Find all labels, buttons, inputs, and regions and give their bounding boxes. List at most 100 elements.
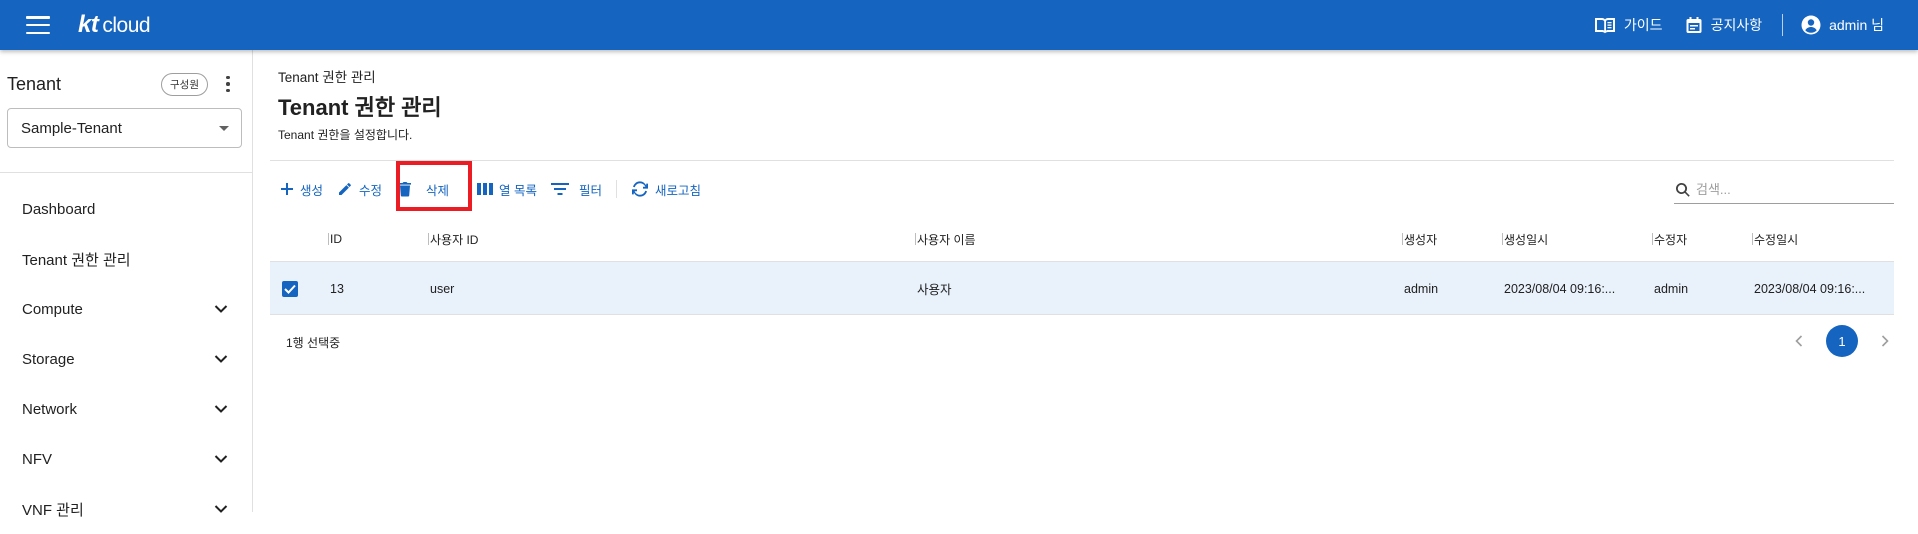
column-header-id[interactable]: ID [328,216,342,262]
book-icon [1594,18,1615,34]
role-chip: 구성원 [161,72,208,96]
cell-modified-at: 2023/08/04 09:16:... [1754,281,1866,296]
sidebar-item-storage[interactable]: Storage [0,334,252,384]
checkbox-checked-icon [282,280,298,297]
column-separator [1752,233,1753,245]
prev-page-icon[interactable] [1790,332,1808,350]
refresh-icon [632,181,649,197]
create-label: 생성 [300,183,324,198]
chevron-down-icon [214,405,228,413]
logo-kt-text: kt [78,11,99,38]
next-page-icon[interactable] [1876,332,1894,350]
header-divider [1782,14,1784,36]
columns-label: 열 목록 [499,183,538,198]
column-separator [1502,233,1503,245]
sidebar-item-label: NFV [22,450,52,468]
filter-list-icon [551,183,570,195]
column-separator [915,233,916,245]
tenant-select[interactable]: Sample-Tenant [7,108,242,148]
user-label: admin 님 [1829,17,1884,33]
search-field[interactable] [1674,176,1894,204]
sidebar-item-tenant-permission[interactable]: Tenant 권한 관리 [0,234,252,284]
selection-count: 1행 선택중 [286,336,341,350]
column-header-label: 수정일시 [1754,232,1799,247]
chevron-down-icon [214,455,228,463]
header-actions: 가이드 공지사항 admin 님 [1572,0,1884,50]
sidebar: Tenant 구성원 Sample-Tenant Dashboard Tenan… [0,50,253,519]
tenant-title: Tenant [7,73,62,94]
cell-id: 13 [330,281,344,296]
column-header-label: 수정자 [1654,232,1688,247]
refresh-button[interactable]: 새로고침 [631,180,701,199]
top-app-bar: kt cloud 가이드 공지사항 admin 님 [0,0,1918,50]
chevron-down-icon [214,305,228,313]
guide-link[interactable]: 가이드 [1594,15,1663,35]
column-header-label: 사용자 이름 [917,232,976,247]
trash-icon [399,182,412,197]
user-menu[interactable]: admin 님 [1801,15,1884,35]
column-header-label: 사용자 ID [430,232,479,247]
cell-user-name: 사용자 [917,283,952,297]
column-header-modified-at[interactable]: 수정일시 [1752,216,1799,262]
cell-created-at: 2023/08/04 09:16:... [1504,281,1616,296]
delete-label: 삭제 [426,183,450,198]
table-toolbar: 생성 수정 삭제 열 목록 필터 새로고침 [280,176,715,202]
columns-button[interactable]: 열 목록 [477,180,537,199]
page-number-button[interactable]: 1 [1826,325,1858,357]
column-separator [328,233,329,245]
more-vert-icon[interactable] [218,75,238,93]
main-content: Tenant 권한 관리 Tenant 권한 관리 Tenant 권한을 설정합… [270,50,1894,512]
page-description: Tenant 권한을 설정합니다. [278,128,413,142]
sidebar-item-dashboard[interactable]: Dashboard [0,184,252,234]
hamburger-menu-icon[interactable] [26,16,50,34]
tenant-select-value: Sample-Tenant [21,119,122,137]
chevron-down-icon [214,355,228,363]
table-row[interactable]: 13 user 사용자 admin 2023/08/04 09:16:... a… [270,262,1894,315]
row-checkbox[interactable] [282,262,298,315]
column-header-creator[interactable]: 생성자 [1402,216,1438,262]
header-divider-line [270,160,1894,161]
column-header-label: ID [330,232,342,246]
filter-button[interactable]: 필터 [551,180,602,199]
sidebar-item-label: Tenant 권한 관리 [22,251,131,269]
view-column-icon [477,183,494,195]
breadcrumb: Tenant 권한 관리 [278,70,376,85]
sidebar-item-label: Dashboard [22,200,96,218]
plus-icon [281,183,293,195]
notice-label: 공지사항 [1710,17,1763,33]
search-icon [1676,182,1690,197]
kt-cloud-logo[interactable]: kt cloud [78,11,151,39]
column-header-modifier[interactable]: 수정자 [1652,216,1688,262]
delete-button[interactable]: 삭제 [398,180,449,199]
cell-creator: admin [1404,281,1439,296]
search-input[interactable] [1696,182,1876,197]
cell-user-id: user [430,281,455,296]
sidebar-item-vnf[interactable]: VNF 관리 [0,484,252,534]
tenant-header: Tenant 구성원 [0,50,252,98]
notice-link[interactable]: 공지사항 [1685,15,1763,35]
filter-label: 필터 [579,183,603,198]
pagination: 1 [1790,325,1894,357]
pencil-icon [339,183,351,195]
sidebar-nav: Dashboard Tenant 권한 관리 Compute Storage N… [0,184,252,534]
column-header-label: 생성일시 [1504,232,1549,247]
logo-cloud-text: cloud [102,14,151,37]
sidebar-item-nfv[interactable]: NFV [0,434,252,484]
guide-label: 가이드 [1623,17,1663,33]
dropdown-caret-icon [219,125,229,131]
column-header-created-at[interactable]: 생성일시 [1502,216,1549,262]
edit-button[interactable]: 수정 [337,180,382,199]
chevron-down-icon [214,505,228,513]
column-header-user-name[interactable]: 사용자 이름 [915,216,976,262]
column-separator [1402,233,1403,245]
column-separator [428,233,429,245]
toolbar-separator [616,180,618,198]
sidebar-item-compute[interactable]: Compute [0,284,252,334]
sidebar-item-label: Compute [22,300,83,318]
column-header-user-id[interactable]: 사용자 ID [428,216,479,262]
sidebar-item-network[interactable]: Network [0,384,252,434]
create-button[interactable]: 생성 [280,180,323,199]
calendar-icon [1686,17,1702,33]
column-header-label: 생성자 [1404,232,1438,247]
column-separator [1652,233,1653,245]
